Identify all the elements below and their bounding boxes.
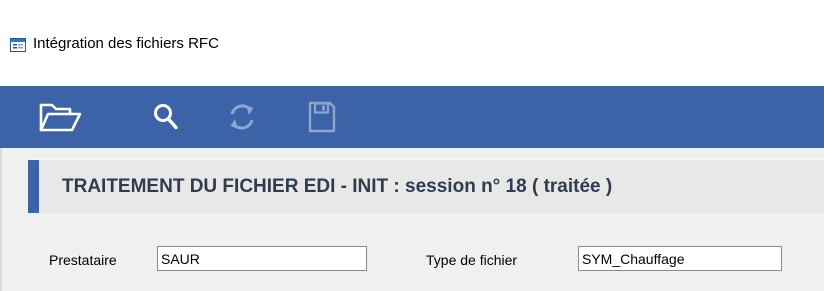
save-button[interactable]	[300, 86, 344, 148]
refresh-button[interactable]	[220, 86, 264, 148]
application-window: Intégration des fichiers RFC TRAITEMENT …	[0, 0, 824, 291]
prestataire-label: Prestataire	[49, 252, 117, 268]
window-title: Intégration des fichiers RFC	[33, 35, 219, 52]
toolbar	[0, 86, 824, 148]
main-content: TRAITEMENT DU FICHIER EDI - INIT : sessi…	[2, 148, 824, 291]
header-accent-bar	[28, 160, 39, 213]
save-icon	[307, 100, 337, 134]
folder-open-icon	[37, 98, 83, 136]
search-button[interactable]	[144, 86, 188, 148]
session-header: TRAITEMENT DU FICHIER EDI - INIT : sessi…	[28, 159, 824, 213]
prestataire-field[interactable]	[157, 246, 367, 271]
open-folder-button[interactable]	[34, 86, 86, 148]
type-fichier-label: Type de fichier	[426, 252, 518, 268]
title-bar: Intégration des fichiers RFC	[0, 0, 824, 86]
refresh-icon	[225, 100, 259, 134]
search-icon	[152, 102, 180, 132]
session-header-title: TRAITEMENT DU FICHIER EDI - INIT : sessi…	[62, 176, 613, 197]
type-fichier-field[interactable]	[578, 246, 782, 271]
window-form-icon	[10, 38, 26, 52]
